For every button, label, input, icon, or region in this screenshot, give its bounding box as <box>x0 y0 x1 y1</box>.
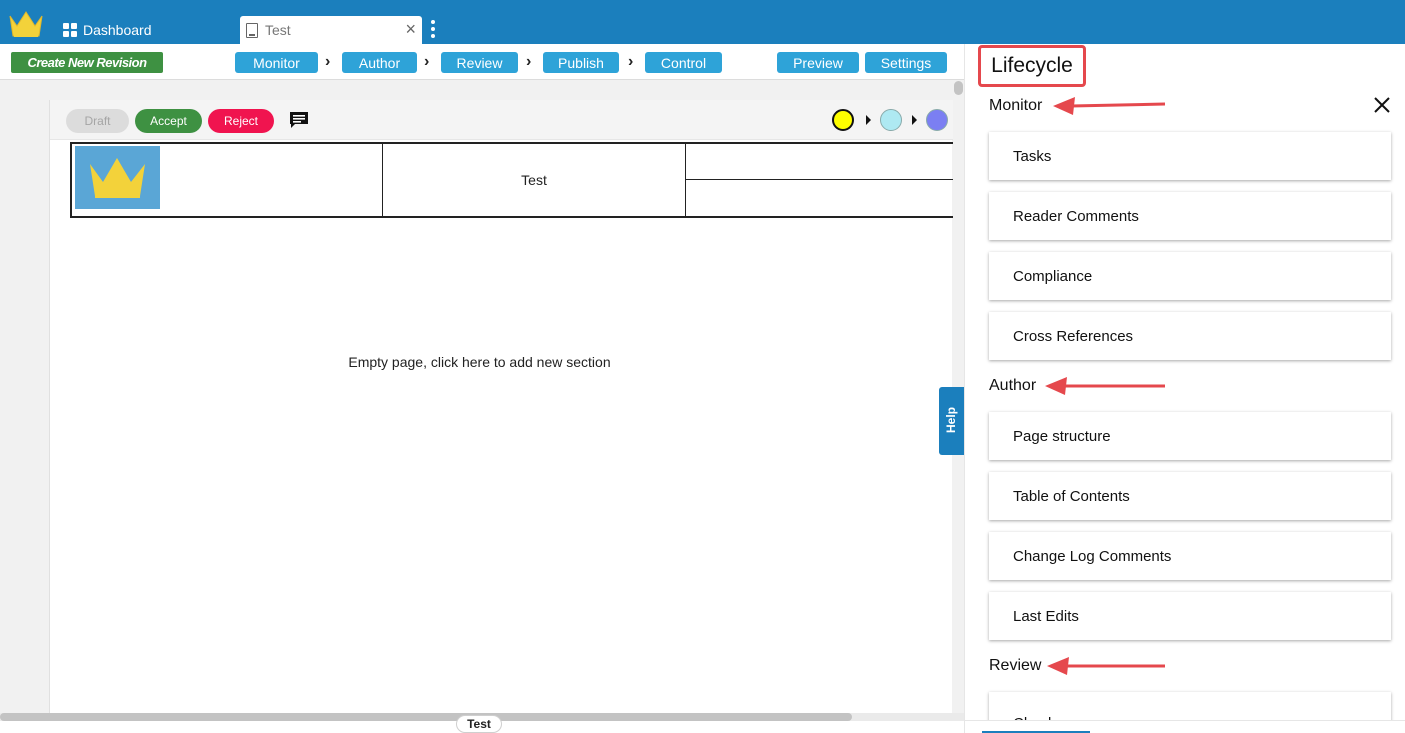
panel-item-table-of-contents[interactable]: Table of Contents <box>989 472 1391 520</box>
annotation-arrow <box>1053 97 1165 115</box>
page-tab[interactable]: Test <box>456 715 502 733</box>
crown-logo-icon[interactable] <box>8 10 44 40</box>
help-label: Help <box>944 407 958 434</box>
panel-footer <box>965 720 1405 733</box>
preview-button[interactable]: Preview <box>777 52 859 73</box>
document-page[interactable]: Draft Accept Reject Test <box>49 100 955 713</box>
annotation-arrow <box>1047 657 1165 675</box>
panel-item-last-edits[interactable]: Last Edits <box>989 592 1391 640</box>
section-author-label: Author <box>989 377 1037 394</box>
dashboard-link[interactable]: Dashboard <box>63 19 152 41</box>
arrow-right-icon <box>912 115 917 125</box>
header-logo-cell <box>72 144 383 216</box>
status-circle-next[interactable] <box>880 109 902 131</box>
step-control-button[interactable]: Control <box>645 52 722 73</box>
panel-item-page-structure[interactable]: Page structure <box>989 412 1391 460</box>
accept-button[interactable]: Accept <box>135 109 202 133</box>
scroll-thumb[interactable] <box>0 713 852 721</box>
step-publish-button[interactable]: Publish <box>543 52 619 73</box>
scroll-thumb[interactable] <box>954 81 963 95</box>
document-tab[interactable]: Test × <box>240 16 422 44</box>
comment-icon[interactable] <box>289 111 309 129</box>
chevron-right-icon: › <box>526 53 532 70</box>
panel-item-compliance[interactable]: Compliance <box>989 252 1391 300</box>
close-tab-icon[interactable]: × <box>405 19 416 40</box>
empty-page-message[interactable]: Empty page, click here to add new sectio… <box>0 354 959 370</box>
panel-item-tasks[interactable]: Tasks <box>989 132 1391 180</box>
panel-item-reader-comments[interactable]: Reader Comments <box>989 192 1391 240</box>
arrow-right-icon <box>866 115 871 125</box>
workflow-status-bar: Draft Accept Reject <box>50 100 953 140</box>
status-circle-last[interactable] <box>926 109 948 131</box>
settings-button[interactable]: Settings <box>865 52 947 73</box>
draft-button[interactable]: Draft <box>66 109 129 133</box>
annotation-arrow <box>1045 377 1165 395</box>
chevron-right-icon: › <box>628 53 634 70</box>
close-icon[interactable] <box>1373 96 1391 114</box>
reject-button[interactable]: Reject <box>208 109 274 133</box>
chevron-right-icon: › <box>325 53 331 70</box>
step-review-button[interactable]: Review <box>441 52 518 73</box>
panel-title: Lifecycle <box>978 45 1086 87</box>
help-tab[interactable]: Help <box>939 387 964 455</box>
create-new-revision-button[interactable]: Create New Revision <box>11 52 163 73</box>
header-logo-image <box>75 146 160 209</box>
top-bar: Dashboard Test × <box>0 0 1405 44</box>
panel-item-change-log-comments[interactable]: Change Log Comments <box>989 532 1391 580</box>
section-review-label: Review <box>989 657 1042 674</box>
step-monitor-button[interactable]: Monitor <box>235 52 318 73</box>
panel-item-cross-references[interactable]: Cross References <box>989 312 1391 360</box>
document-tab-label: Test <box>265 22 291 38</box>
dashboard-label: Dashboard <box>83 22 152 38</box>
status-circle-current[interactable] <box>832 109 854 131</box>
step-author-button[interactable]: Author <box>342 52 417 73</box>
more-options-icon[interactable] <box>430 20 436 38</box>
section-monitor-label: Monitor <box>989 97 1043 114</box>
dashboard-icon <box>63 23 77 37</box>
header-title-cell: Test <box>383 144 686 216</box>
document-icon <box>246 22 258 38</box>
crown-logo-icon <box>90 158 145 198</box>
chevron-right-icon: › <box>424 53 430 70</box>
document-workarea: Draft Accept Reject Test Empty page, cli… <box>0 80 964 733</box>
header-divider <box>686 179 955 180</box>
page-header-table[interactable]: Test <box>70 142 955 218</box>
lifecycle-panel: Lifecycle Monitor Tasks Reader Comments … <box>964 44 1405 733</box>
document-toolbar: Create New Revision Monitor › Author › R… <box>0 44 964 80</box>
